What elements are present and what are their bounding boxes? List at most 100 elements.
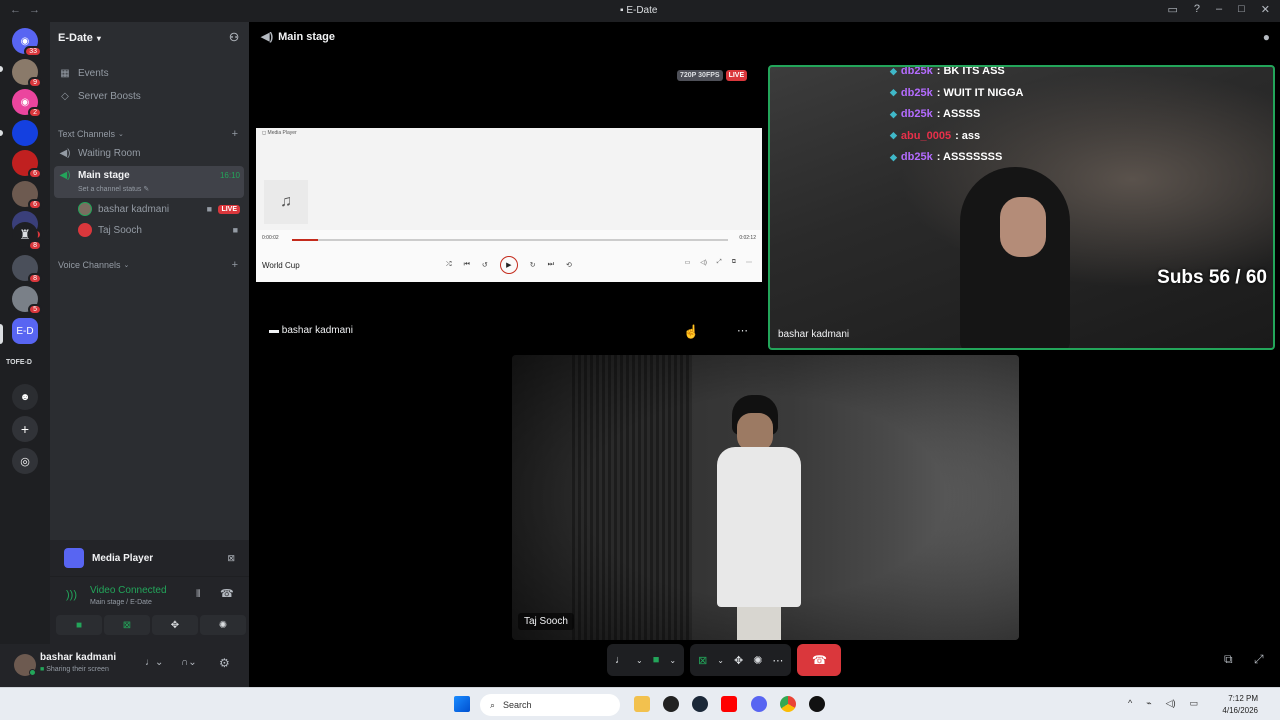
- activities-button[interactable]: ✥: [152, 615, 198, 635]
- network-icon[interactable]: ⌁: [1146, 698, 1151, 709]
- volume-icon[interactable]: ◁): [700, 259, 707, 266]
- close-icon[interactable]: ⊠: [227, 553, 235, 564]
- server-name: E-Date: [58, 32, 93, 44]
- server-icon[interactable]: 6: [12, 150, 42, 179]
- camera-button[interactable]: ■: [56, 615, 102, 635]
- chevron-down-icon[interactable]: ⌄: [669, 656, 676, 665]
- webcam-tile[interactable]: ◆ db25k: BK ITS ASS ◆ db25k: WUIT IT NIGGA ◆…: [768, 65, 1275, 350]
- app-icon[interactable]: [663, 696, 679, 712]
- settings-icon[interactable]: ⚙: [219, 656, 230, 670]
- voice-location[interactable]: Main stage / E-Date: [90, 599, 152, 606]
- events-item[interactable]: ▦ Events: [58, 63, 244, 83]
- disconnect-icon[interactable]: ☎: [220, 587, 234, 600]
- youtube-icon[interactable]: [721, 696, 737, 712]
- minimize-button[interactable]: –: [1216, 3, 1222, 16]
- invite-icon[interactable]: ⚇: [229, 31, 239, 44]
- next-icon[interactable]: ⏭: [548, 261, 554, 269]
- voice-member[interactable]: Taj Sooch ■: [78, 220, 244, 240]
- webcam-tile[interactable]: Taj Sooch: [512, 355, 1019, 640]
- chat-username: db25k: [900, 65, 933, 77]
- system-tray: ^ ⌁ ◁) ▭: [1128, 698, 1198, 709]
- file-explorer-icon[interactable]: [634, 696, 650, 712]
- chevron-up-icon[interactable]: ^: [1128, 698, 1132, 709]
- nav-arrows[interactable]: ←→: [10, 4, 48, 16]
- server-e-date-icon[interactable]: E-D: [12, 318, 38, 344]
- username[interactable]: bashar kadmani: [40, 652, 116, 663]
- more-icon[interactable]: ⋯: [746, 259, 752, 266]
- steam-icon[interactable]: [692, 696, 708, 712]
- server-header[interactable]: E-Date ▾ ⚇: [50, 22, 249, 54]
- server-boosts-item[interactable]: ◇ Server Boosts: [58, 86, 244, 106]
- server-icon[interactable]: 6: [12, 181, 42, 210]
- clock[interactable]: 7:12 PM 4/16/2026: [1222, 693, 1258, 717]
- shuffle-icon[interactable]: ⤮: [446, 261, 452, 269]
- taskbar-search[interactable]: ⌕ Search: [480, 694, 620, 716]
- start-icon[interactable]: [454, 696, 470, 712]
- fullscreen-icon[interactable]: ⤢: [1254, 652, 1264, 667]
- server-icon[interactable]: ☻: [12, 384, 38, 410]
- server-icon[interactable]: ♜ 8: [12, 222, 42, 251]
- channel-status[interactable]: Set a channel status ✎: [78, 185, 149, 193]
- server-icon[interactable]: 8: [12, 255, 42, 284]
- seek-bar[interactable]: [292, 239, 728, 241]
- voice-member[interactable]: bashar kadmani ■ LIVE: [78, 199, 244, 219]
- server-icon[interactable]: ◉ 2: [12, 89, 42, 118]
- chevron-down-icon[interactable]: ⌄: [636, 656, 643, 665]
- server-icon[interactable]: [12, 120, 38, 146]
- server-icon[interactable]: 9: [12, 59, 42, 88]
- microphone-icon[interactable]: ♩⌄: [145, 657, 163, 668]
- server-icon[interactable]: 5: [12, 286, 42, 315]
- repeat-icon[interactable]: ⟲: [566, 261, 572, 269]
- category-text-channels[interactable]: Text Channels ⌄ +: [58, 128, 244, 140]
- fullscreen-icon[interactable]: ⤢: [717, 259, 722, 266]
- previous-icon[interactable]: ⏮: [464, 261, 470, 269]
- chevron-down-icon[interactable]: ⌄: [717, 656, 724, 665]
- user-status-text: Sharing their screen: [46, 666, 109, 673]
- add-server-icon[interactable]: +: [12, 416, 38, 442]
- close-button[interactable]: ✕: [1261, 3, 1270, 16]
- screen-share-button[interactable]: ⊠: [104, 615, 150, 635]
- play-icon[interactable]: ▶: [499, 256, 518, 274]
- add-channel-icon[interactable]: +: [232, 259, 238, 271]
- more-options-icon[interactable]: ⋯: [737, 324, 748, 337]
- tile-name: Taj Sooch: [518, 613, 574, 630]
- more-icon[interactable]: ⋯: [772, 654, 783, 667]
- camera-icon[interactable]: ■: [653, 654, 660, 666]
- media-player-panel[interactable]: Media Player ⊠: [50, 540, 249, 576]
- miniplayer-icon[interactable]: ⧉: [732, 259, 736, 266]
- microphone-icon[interactable]: ♩: [615, 654, 626, 666]
- chat-icon[interactable]: ●: [1263, 30, 1270, 44]
- maximize-button[interactable]: □: [1238, 3, 1245, 16]
- cast-icon[interactable]: ▭: [685, 259, 691, 266]
- time-end: 0:02:12: [739, 235, 756, 241]
- soundboard-icon[interactable]: ✺: [753, 654, 762, 667]
- soundboard-button[interactable]: ✺: [200, 615, 246, 635]
- boost-icon: ◇: [61, 90, 69, 102]
- help-icon[interactable]: ?: [1194, 3, 1200, 16]
- channel-waiting-room[interactable]: ◀) Waiting Room: [58, 143, 244, 163]
- voice-status[interactable]: Video Connected: [90, 585, 167, 596]
- discover-icon[interactable]: ◎: [12, 448, 38, 474]
- battery-icon[interactable]: ▭: [1190, 698, 1199, 709]
- video-icon: ■: [206, 204, 212, 214]
- volume-icon[interactable]: ◁): [1166, 698, 1176, 709]
- chrome-icon[interactable]: [780, 696, 796, 712]
- inbox-icon[interactable]: ▭: [1167, 3, 1177, 16]
- rewind-icon[interactable]: ↺: [482, 261, 488, 269]
- headphones-icon[interactable]: ∩⌄: [181, 657, 197, 668]
- activities-icon[interactable]: ✥: [734, 654, 743, 667]
- category-voice-channels[interactable]: Voice Channels ⌄ +: [58, 259, 244, 271]
- pop-out-icon[interactable]: ⧉: [1224, 652, 1233, 667]
- selected-pill: [0, 324, 3, 344]
- discord-icon[interactable]: [751, 696, 767, 712]
- noise-suppression-icon[interactable]: ⦀: [196, 589, 200, 600]
- screen-share-tile[interactable]: ◻ Media Player ♫ 0:00:02 0:02:12 World C…: [256, 128, 762, 282]
- discord-home-icon[interactable]: ◉ 33: [12, 28, 42, 57]
- screen-share-icon[interactable]: ⊠: [698, 654, 707, 667]
- forward-icon[interactable]: ↻: [530, 261, 536, 269]
- add-channel-icon[interactable]: +: [232, 128, 238, 140]
- screen-icon: ■: [40, 666, 45, 673]
- end-call-button[interactable]: ☎: [797, 644, 842, 676]
- calendar-icon: ▦: [60, 67, 70, 79]
- media-player-app-icon[interactable]: [809, 696, 825, 712]
